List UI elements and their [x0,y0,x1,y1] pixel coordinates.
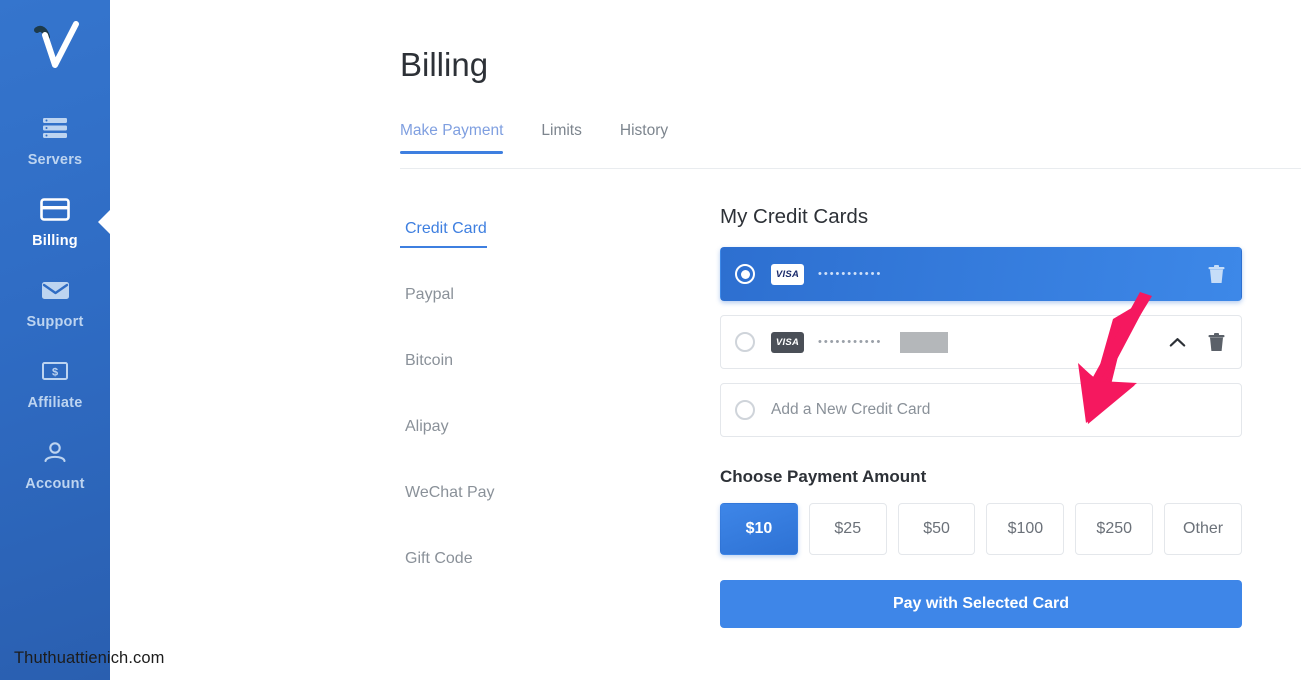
sidebar-item-label: Servers [27,152,83,168]
envelope-icon [41,275,70,305]
credit-card-icon [40,194,70,224]
trash-icon[interactable] [1208,332,1225,352]
sidebar-item-billing[interactable]: Billing [0,181,111,262]
amount-option-50[interactable]: $50 [897,503,976,555]
pay-with-selected-card-button[interactable]: Pay with Selected Card [720,580,1242,628]
tab-limits[interactable]: Limits [541,122,581,154]
amount-option-10[interactable]: $10 [720,503,798,555]
my-credit-cards-title: My Credit Cards [720,205,869,228]
add-card-radio[interactable] [735,400,755,420]
visa-logo-icon: VISA [771,331,804,353]
sidebar-item-label: Support [26,314,84,330]
amount-option-25[interactable]: $25 [808,503,887,555]
payment-method-bitcoin[interactable]: Bitcoin [400,352,453,380]
card-mask-text: ••••••••••• [818,336,883,348]
page-title: Billing [400,46,489,83]
servers-icon [42,113,68,143]
sidebar-item-label: Account [25,476,85,492]
sidebar-nav: Servers Billing Support $ Affiliate Acco… [0,100,111,505]
card-number-mask: ••••••••••• [818,268,883,280]
amount-option-100[interactable]: $100 [986,503,1065,555]
amount-option-other[interactable]: Other [1164,503,1242,555]
card-number-mask: ••••••••••• [818,332,948,353]
checkmark-logo-icon [34,21,79,68]
payment-method-paypal[interactable]: Paypal [400,286,454,314]
sidebar-item-support[interactable]: Support [0,262,110,343]
svg-text:$: $ [52,367,58,379]
main-content: Billing Make Payment Limits History Cred… [110,0,1301,680]
card-row-actions [1169,332,1225,352]
billing-content: Credit Card Paypal Bitcoin Alipay WeChat… [400,205,1285,628]
sidebar-item-affiliate[interactable]: $ Affiliate [0,343,110,424]
cards-panel: My Credit Cards VISA ••••••••••• VISA ••… [720,205,1242,628]
card-radio-selected[interactable] [735,264,755,284]
payment-method-list: Credit Card Paypal Bitcoin Alipay WeChat… [400,205,720,628]
tab-divider [400,168,1301,169]
add-new-credit-card-row[interactable]: Add a New Credit Card [720,383,1242,437]
dollar-bill-icon: $ [42,356,68,386]
payment-method-wechat-pay[interactable]: WeChat Pay [400,484,495,512]
payment-amount-options: $10 $25 $50 $100 $250 Other [720,503,1242,555]
tab-make-payment[interactable]: Make Payment [400,122,504,154]
credit-card-row-1[interactable]: VISA ••••••••••• [720,247,1242,301]
amount-option-250[interactable]: $250 [1075,503,1154,555]
sidebar-item-label: Affiliate [27,395,83,411]
app-logo[interactable] [0,0,110,86]
tab-bar: Make Payment Limits History [400,122,668,154]
watermark-text: Thuthuattienich.com [14,649,165,667]
sidebar-item-account[interactable]: Account [0,424,110,505]
visa-logo-icon: VISA [771,263,804,285]
sidebar-item-servers[interactable]: Servers [0,100,110,181]
choose-payment-amount-title: Choose Payment Amount [720,467,927,486]
app-root: Servers Billing Support $ Affiliate Acco… [0,0,1301,680]
payment-method-credit-card[interactable]: Credit Card [400,220,487,248]
censor-block [900,332,948,353]
person-icon [42,437,68,467]
chevron-up-icon[interactable] [1169,337,1186,348]
sidebar-item-label: Billing [32,233,78,249]
credit-card-row-2[interactable]: VISA ••••••••••• [720,315,1242,369]
add-new-credit-card-label: Add a New Credit Card [771,401,931,418]
payment-method-gift-code[interactable]: Gift Code [400,550,473,578]
tab-history[interactable]: History [620,122,668,154]
sidebar: Servers Billing Support $ Affiliate Acco… [0,0,111,680]
radio-dot [740,269,750,279]
trash-icon[interactable] [1208,264,1225,284]
card-row-actions [1208,264,1225,284]
card-radio-unselected[interactable] [735,332,755,352]
payment-method-alipay[interactable]: Alipay [400,418,449,446]
